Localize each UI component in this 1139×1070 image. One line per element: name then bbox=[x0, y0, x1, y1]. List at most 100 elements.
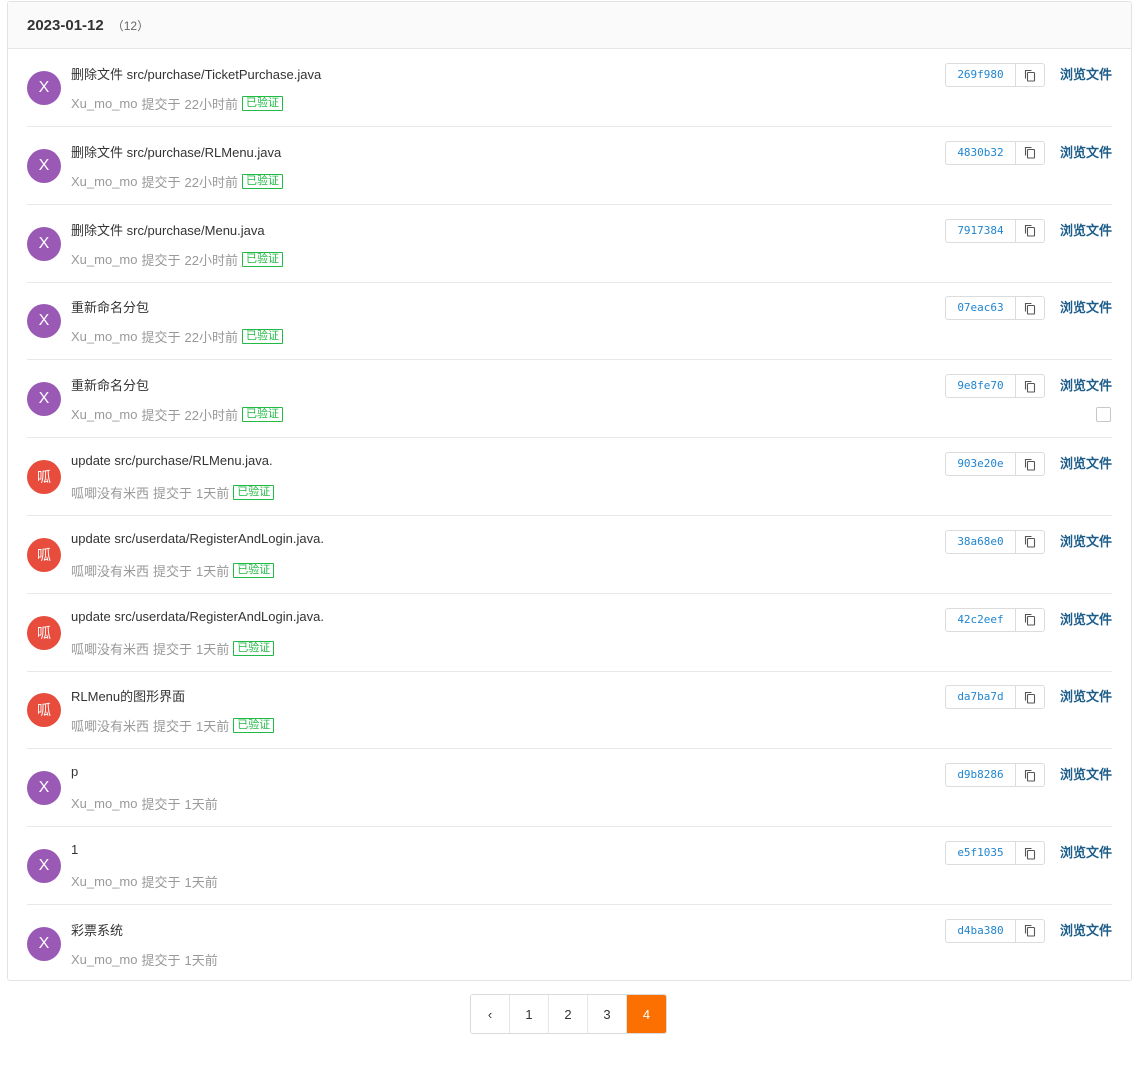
commit-action: 提交于 bbox=[141, 174, 181, 190]
commit-sha[interactable]: 7917384 bbox=[946, 219, 1016, 242]
browse-files-link[interactable]: 浏览文件 bbox=[1060, 842, 1112, 861]
author-name[interactable]: Xu_mo_mo bbox=[71, 329, 137, 344]
sha-box: 903e20e bbox=[945, 452, 1045, 476]
commit-message[interactable]: update src/userdata/RegisterAndLogin.jav… bbox=[71, 609, 324, 624]
author-name[interactable]: 呱唧没有米西 bbox=[71, 483, 149, 502]
commit-row: X 彩票系统 Xu_mo_mo 提交于 1天前 d4ba380 浏览文件 bbox=[27, 905, 1112, 983]
browse-files-link[interactable]: 浏览文件 bbox=[1060, 64, 1112, 83]
sha-box: 269f980 bbox=[945, 63, 1045, 87]
author-name[interactable]: Xu_mo_mo bbox=[71, 252, 137, 267]
commit-sha[interactable]: da7ba7d bbox=[946, 686, 1016, 709]
avatar[interactable]: X bbox=[27, 304, 61, 339]
commit-message[interactable]: p bbox=[71, 764, 78, 779]
page-4-button[interactable]: 4 bbox=[627, 995, 666, 1033]
commit-action: 提交于 bbox=[153, 641, 193, 657]
avatar[interactable]: 呱 bbox=[27, 615, 61, 650]
avatar[interactable]: X bbox=[27, 382, 61, 417]
commit-time: 22小时前 bbox=[184, 174, 238, 190]
commit-message[interactable]: 删除文件 src/purchase/Menu.java bbox=[71, 220, 265, 239]
copy-icon[interactable] bbox=[1016, 142, 1044, 164]
copy-icon[interactable] bbox=[1016, 920, 1044, 942]
browse-files-link[interactable]: 浏览文件 bbox=[1060, 609, 1112, 628]
verified-badge: 已验证 bbox=[241, 251, 283, 267]
copy-icon[interactable] bbox=[1016, 375, 1044, 397]
commit-time: 1天前 bbox=[184, 875, 218, 890]
avatar[interactable]: 呱 bbox=[27, 537, 61, 572]
browse-files-link[interactable]: 浏览文件 bbox=[1060, 920, 1112, 939]
commit-message[interactable]: 重新命名分包 bbox=[71, 375, 149, 394]
author-name[interactable]: 呱唧没有米西 bbox=[71, 561, 149, 580]
avatar[interactable]: X bbox=[27, 926, 61, 961]
commit-sha[interactable]: e5f1035 bbox=[946, 842, 1016, 864]
author-name[interactable]: 呱唧没有米西 bbox=[71, 639, 149, 658]
copy-icon[interactable] bbox=[1016, 297, 1044, 319]
author-name[interactable]: Xu_mo_mo bbox=[71, 796, 137, 811]
commit-message[interactable]: 1 bbox=[71, 842, 78, 857]
author-name[interactable]: Xu_mo_mo bbox=[71, 407, 137, 422]
commit-message[interactable]: 删除文件 src/purchase/RLMenu.java bbox=[71, 142, 281, 161]
browse-files-link[interactable]: 浏览文件 bbox=[1060, 453, 1112, 472]
copy-icon[interactable] bbox=[1016, 220, 1044, 242]
browse-files-link[interactable]: 浏览文件 bbox=[1060, 220, 1112, 239]
browse-files-link[interactable]: 浏览文件 bbox=[1060, 531, 1112, 550]
sha-box: 38a68e0 bbox=[945, 529, 1045, 554]
commit-message[interactable]: update src/userdata/RegisterAndLogin.jav… bbox=[71, 531, 324, 546]
commit-checkbox[interactable] bbox=[1096, 407, 1111, 423]
avatar[interactable]: X bbox=[27, 148, 61, 183]
commit-sha[interactable]: 38a68e0 bbox=[946, 530, 1016, 553]
browse-files-link[interactable]: 浏览文件 bbox=[1060, 375, 1112, 394]
pagination: ‹ 1 2 3 4 bbox=[470, 994, 667, 1034]
author-name[interactable]: Xu_mo_mo bbox=[71, 96, 137, 111]
commit-sha[interactable]: 42c2eef bbox=[946, 608, 1016, 631]
avatar[interactable]: 呱 bbox=[27, 693, 61, 728]
author-name[interactable]: Xu_mo_mo bbox=[71, 874, 137, 889]
commit-message[interactable]: RLMenu的图形界面 bbox=[71, 686, 185, 705]
commit-message[interactable]: 重新命名分包 bbox=[71, 297, 149, 316]
commit-sha[interactable]: d4ba380 bbox=[946, 919, 1016, 942]
author-name[interactable]: Xu_mo_mo bbox=[71, 174, 137, 189]
copy-icon[interactable] bbox=[1016, 531, 1044, 553]
avatar[interactable]: 呱 bbox=[27, 460, 61, 494]
commit-sha[interactable]: 269f980 bbox=[946, 64, 1016, 86]
commit-time: 22小时前 bbox=[184, 97, 238, 112]
sha-box: 07eac63 bbox=[945, 296, 1045, 321]
copy-icon[interactable] bbox=[1016, 764, 1044, 786]
page-1-button[interactable]: 1 bbox=[510, 995, 549, 1033]
browse-files-link[interactable]: 浏览文件 bbox=[1060, 142, 1112, 161]
prev-page-button[interactable]: ‹ bbox=[471, 995, 510, 1033]
commit-sha[interactable]: 903e20e bbox=[946, 453, 1016, 475]
commit-sha[interactable]: d9b8286 bbox=[946, 764, 1016, 787]
avatar[interactable]: X bbox=[27, 71, 61, 105]
commit-time: 1天前 bbox=[196, 486, 230, 501]
avatar[interactable]: X bbox=[27, 771, 61, 806]
commit-row: X p Xu_mo_mo 提交于 1天前 d9b8286 浏览文件 bbox=[27, 749, 1112, 828]
author-name[interactable]: Xu_mo_mo bbox=[71, 952, 137, 967]
commit-action: 提交于 bbox=[153, 486, 193, 501]
commit-message[interactable]: 删除文件 src/purchase/TicketPurchase.java bbox=[71, 64, 321, 83]
browse-files-link[interactable]: 浏览文件 bbox=[1060, 686, 1112, 705]
date-header: 2023-01-12 （12） bbox=[8, 2, 1131, 49]
browse-files-link[interactable]: 浏览文件 bbox=[1060, 297, 1112, 316]
commit-message[interactable]: update src/purchase/RLMenu.java. bbox=[71, 453, 273, 468]
copy-icon[interactable] bbox=[1016, 842, 1044, 864]
commit-meta: Xu_mo_mo 提交于 22小时前 已验证 bbox=[71, 172, 283, 191]
sha-box: e5f1035 bbox=[945, 841, 1045, 865]
copy-icon[interactable] bbox=[1016, 64, 1044, 86]
commit-action: 提交于 bbox=[153, 563, 193, 579]
commit-sha[interactable]: 07eac63 bbox=[946, 297, 1016, 320]
avatar[interactable]: X bbox=[27, 849, 61, 883]
page-3-button[interactable]: 3 bbox=[588, 995, 627, 1033]
author-name[interactable]: 呱唧没有米西 bbox=[71, 716, 149, 735]
copy-icon[interactable] bbox=[1016, 609, 1044, 631]
commit-sha[interactable]: 4830b32 bbox=[946, 141, 1016, 164]
commit-message[interactable]: 彩票系统 bbox=[71, 920, 123, 939]
commit-time: 1天前 bbox=[184, 952, 218, 968]
sha-box: d4ba380 bbox=[945, 918, 1045, 943]
browse-files-link[interactable]: 浏览文件 bbox=[1060, 764, 1112, 783]
commit-time: 22小时前 bbox=[184, 330, 238, 346]
commit-sha[interactable]: 9e8fe70 bbox=[946, 375, 1016, 398]
copy-icon[interactable] bbox=[1016, 453, 1044, 475]
avatar[interactable]: X bbox=[27, 226, 61, 261]
copy-icon[interactable] bbox=[1016, 686, 1044, 708]
page-2-button[interactable]: 2 bbox=[549, 995, 588, 1033]
